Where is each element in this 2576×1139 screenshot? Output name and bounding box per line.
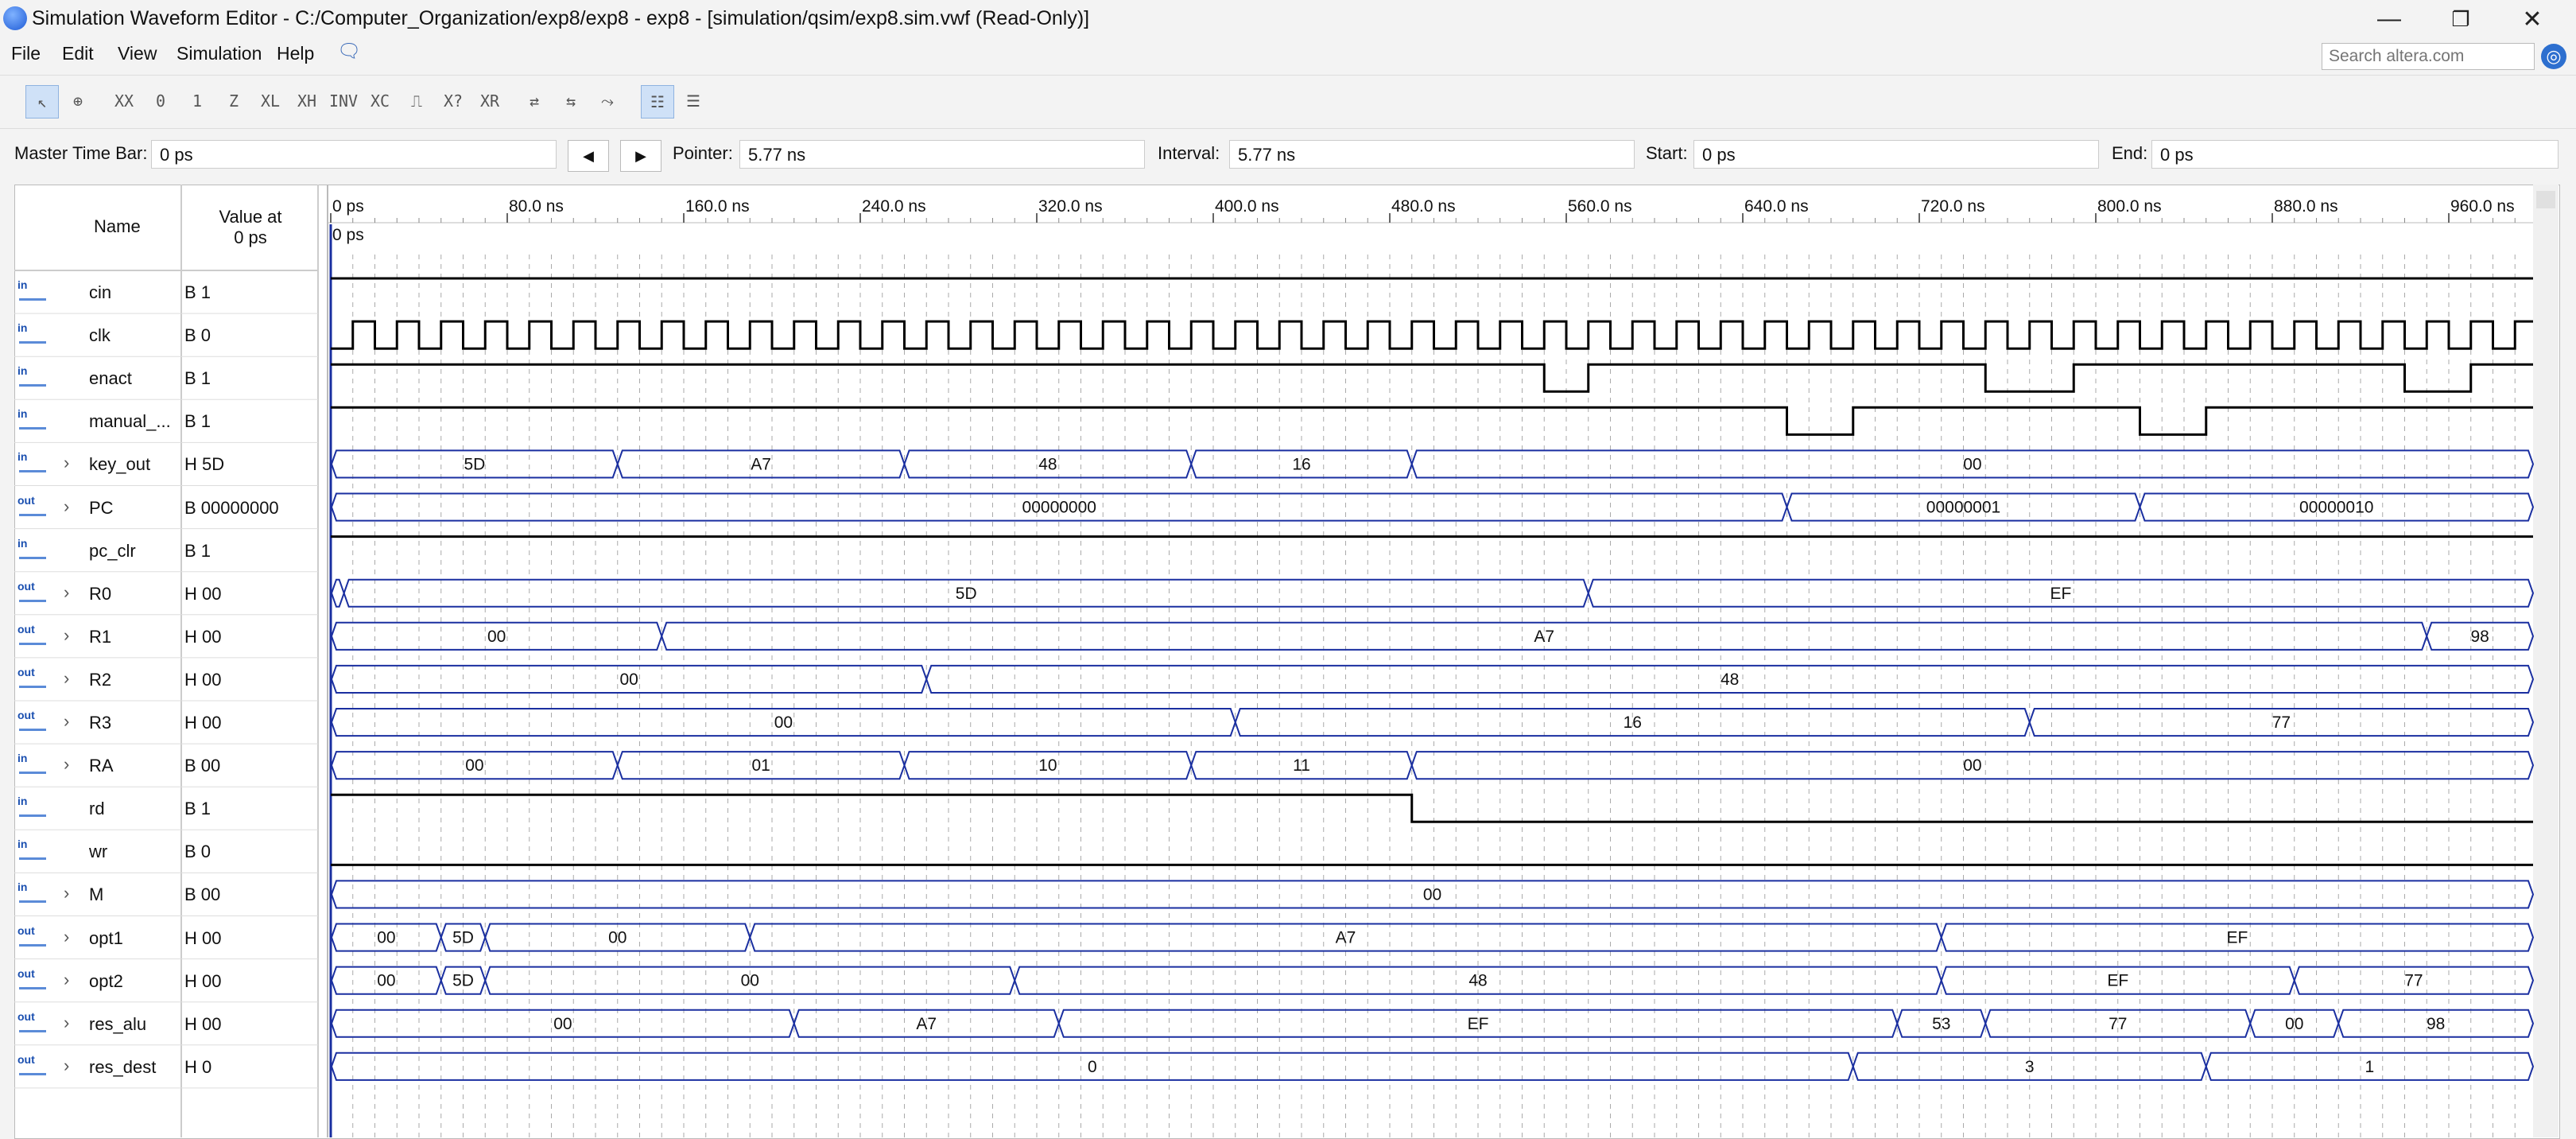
bus-value-label: 77: [2272, 713, 2291, 732]
ruler-tick-label: 640.0 ns: [1744, 197, 1809, 216]
bus-value-label: 11: [1293, 756, 1310, 775]
vertical-scrollbar: [2533, 185, 2559, 1137]
ruler-tick-label: 400.0 ns: [1215, 197, 1279, 216]
bus-value-label: 3: [2025, 1058, 2035, 1076]
level-trace: [331, 363, 2533, 393]
bus-value-label: 10: [1038, 756, 1057, 775]
bus-value-label: 5D: [452, 972, 474, 990]
bus-value-label: 48: [1038, 455, 1057, 473]
scroll-up-arrow: [2536, 191, 2555, 208]
bus-value-label: 00: [608, 929, 627, 947]
bus-value-label: 48: [1721, 671, 1739, 689]
bus-value-label: 16: [1292, 455, 1310, 473]
ruler-tick-label: 560.0 ns: [1568, 197, 1632, 216]
bus-value-label: EF: [2050, 585, 2071, 603]
bus-value-label: 98: [2470, 628, 2489, 646]
waveform-RA: 00 01 10 11 00: [330, 751, 2535, 780]
waveform-enact: [331, 363, 2533, 393]
bus-value-label: 1: [2365, 1058, 2375, 1076]
bus-value-label: A7: [751, 455, 771, 473]
bus-value-label: 77: [2404, 972, 2423, 990]
bus-value-label: EF: [2226, 929, 2248, 947]
bus-segment: [330, 578, 345, 608]
bus-value-label: 16: [1624, 713, 1642, 732]
bus-value-label: EF: [2107, 972, 2128, 990]
bus-value-label: A7: [916, 1015, 937, 1033]
clock-trace: [331, 320, 2533, 350]
bus-value-label: 00: [619, 671, 638, 689]
waveform-opt1: 00 5D 00 A7 EF: [330, 923, 2535, 952]
bus-value-label: A7: [1336, 929, 1356, 947]
bus-value-label: 00000000: [1022, 499, 1096, 517]
waveform-key_out: 5D A7 48 16 00: [330, 449, 2535, 479]
bus-value-label: EF: [1468, 1015, 1489, 1033]
waveform-R1: 00 A7 98: [330, 621, 2535, 651]
level-trace: [331, 406, 2533, 436]
ruler-tick-label: 320.0 ns: [1038, 197, 1103, 216]
level-trace: [331, 793, 2533, 823]
bus-value-label: 00: [487, 628, 506, 646]
waveform-rd: [331, 793, 2533, 823]
bus-value-label: 77: [2109, 1015, 2127, 1033]
bus-value-label: 00: [741, 972, 759, 990]
ruler-tick-label: 720.0 ns: [1921, 197, 1985, 216]
ruler-tick-label: 80.0 ns: [509, 197, 564, 216]
bus-value-label: 00: [2285, 1015, 2303, 1033]
bus-value-label: 00000010: [2299, 499, 2373, 517]
bus-value-label: 00: [1963, 756, 1981, 775]
bus-value-label: 00: [774, 713, 793, 732]
ruler-tick-label: 960.0 ns: [2450, 197, 2515, 216]
bus-value-label: 5D: [464, 455, 485, 473]
bus-value-label: 00: [377, 972, 395, 990]
waveform-canvas[interactable]: 0 ps 80.0 ns 160.0 ns 240.0 ns 320.0 ns 400.0…: [0, 0, 2576, 1137]
ruler-tick-label: 0 ps: [332, 197, 364, 216]
bus-value-label: 00: [1963, 455, 1981, 473]
bus-value-label: 00: [465, 756, 483, 775]
ruler-tick-label: 240.0 ns: [862, 197, 926, 216]
ruler-tick-label: 800.0 ns: [2097, 197, 2162, 216]
waveform-manual_: [331, 406, 2533, 436]
bus-value-label: A7: [1534, 628, 1554, 646]
waveform-clk: [331, 320, 2533, 350]
bus-value-label: 5D: [956, 585, 977, 603]
bus-value-label: 01: [751, 756, 770, 775]
bus-value-label: 5D: [452, 929, 474, 947]
bus-value-label: 00: [1423, 885, 1441, 904]
bus-value-label: 98: [2427, 1015, 2445, 1033]
ruler-tick-label: 160.0 ns: [685, 197, 750, 216]
bus-value-label: 00: [377, 929, 395, 947]
bus-value-label: 53: [1932, 1015, 1950, 1033]
bus-value-label: 00: [553, 1015, 572, 1033]
ruler-tick-label: 480.0 ns: [1391, 197, 1456, 216]
bus-value-label: 0: [1088, 1058, 1097, 1076]
bus-value-label: 48: [1468, 972, 1487, 990]
bus-value-label: 00000001: [1926, 499, 2000, 517]
ruler-tick-label: 880.0 ns: [2274, 197, 2338, 216]
waveform-res_alu: 00 A7 EF 53 77 00 98: [330, 1009, 2535, 1038]
cursor-time-label: 0 ps: [332, 226, 364, 244]
